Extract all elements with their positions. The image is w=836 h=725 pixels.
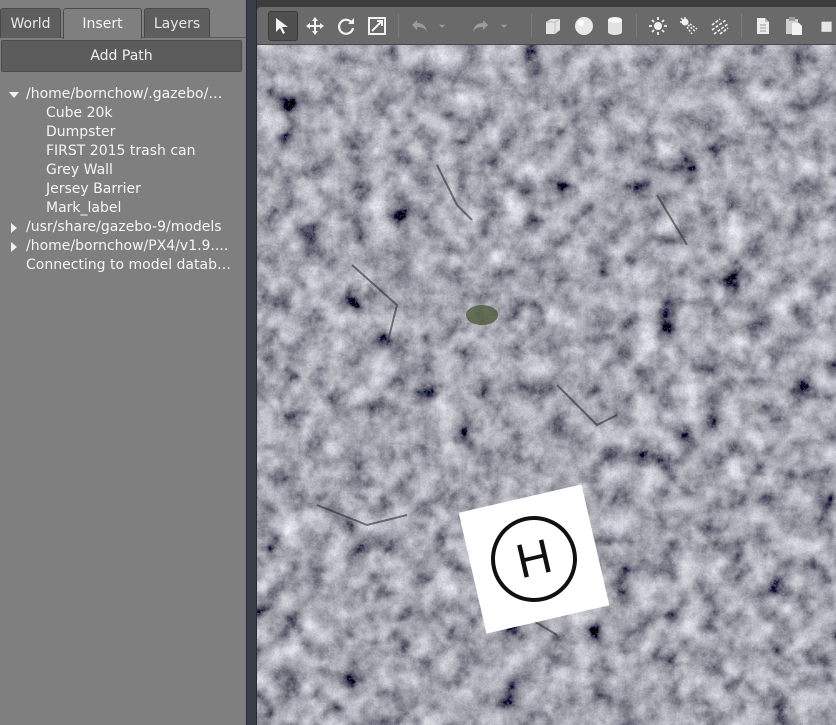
expand-arrow-icon[interactable] [9,85,19,104]
panel-splitter[interactable] [246,0,257,725]
undo-icon[interactable] [405,11,435,41]
select-arrow-icon[interactable] [268,11,298,41]
redo-icon[interactable] [465,11,495,41]
toolbar-separator [636,14,637,38]
redo-menu-chevron-icon[interactable] [497,11,511,41]
paste-icon[interactable] [779,11,809,41]
undo-menu-chevron-icon[interactable] [435,11,449,41]
add-path-button[interactable]: Add Path [1,40,242,72]
toolbar-separator [531,14,532,38]
tab-layers[interactable]: Layers [144,8,210,38]
marker-letter: H [511,530,557,589]
tree-item-gazebo-models[interactable]: /usr/share/gazebo-9/models [0,218,246,237]
box-shape-icon[interactable] [538,11,568,41]
cylinder-shape-icon[interactable] [600,11,630,41]
directional-light-icon[interactable] [705,11,735,41]
scale-icon[interactable] [362,11,392,41]
collapse-arrow-icon[interactable] [9,218,19,237]
3d-viewport[interactable]: H [257,45,836,725]
toolbar-separator [741,14,742,38]
tree-item-model[interactable]: Cube 20k [0,104,246,123]
tree-item-label: Connecting to model databa... [26,257,234,273]
tree-item-label: /usr/share/gazebo-9/models [26,219,222,235]
tree-item-model[interactable]: Mark_label [0,199,246,218]
left-panel: World Insert Layers Add Path /home/bornc… [0,0,246,725]
tab-world[interactable]: World [0,8,61,38]
tree-item-model-database-status: Connecting to model databa... [0,256,246,275]
more-tools-icon[interactable] [820,11,836,41]
rotate-icon[interactable] [331,11,361,41]
collapse-arrow-icon[interactable] [9,237,19,256]
tree-item-model[interactable]: Dumpster [0,123,246,142]
model-tree: /home/bornchow/.gazebo/m... Cube 20k Dum… [0,85,246,275]
toolbar [257,7,836,45]
asphalt-ground-texture [257,45,836,725]
tree-item-label: /home/bornchow/.gazebo/m... [26,86,234,102]
tree-item-local-models[interactable]: /home/bornchow/.gazebo/m... [0,85,246,104]
tab-insert[interactable]: Insert [63,8,142,39]
tree-item-model[interactable]: Grey Wall [0,161,246,180]
copy-icon[interactable] [748,11,778,41]
sphere-shape-icon[interactable] [569,11,599,41]
tree-item-px4-models[interactable]: /home/bornchow/PX4/v1.9.... [0,237,246,256]
tree-item-model[interactable]: Jersey Barrier [0,180,246,199]
translate-icon[interactable] [300,11,330,41]
tree-item-label: /home/bornchow/PX4/v1.9.... [26,238,229,254]
panel-tabs: World Insert Layers [0,8,246,39]
toolbar-separator [398,14,399,38]
tree-item-model[interactable]: FIRST 2015 trash can [0,142,246,161]
spot-light-icon[interactable] [674,11,704,41]
point-light-icon[interactable] [643,11,673,41]
